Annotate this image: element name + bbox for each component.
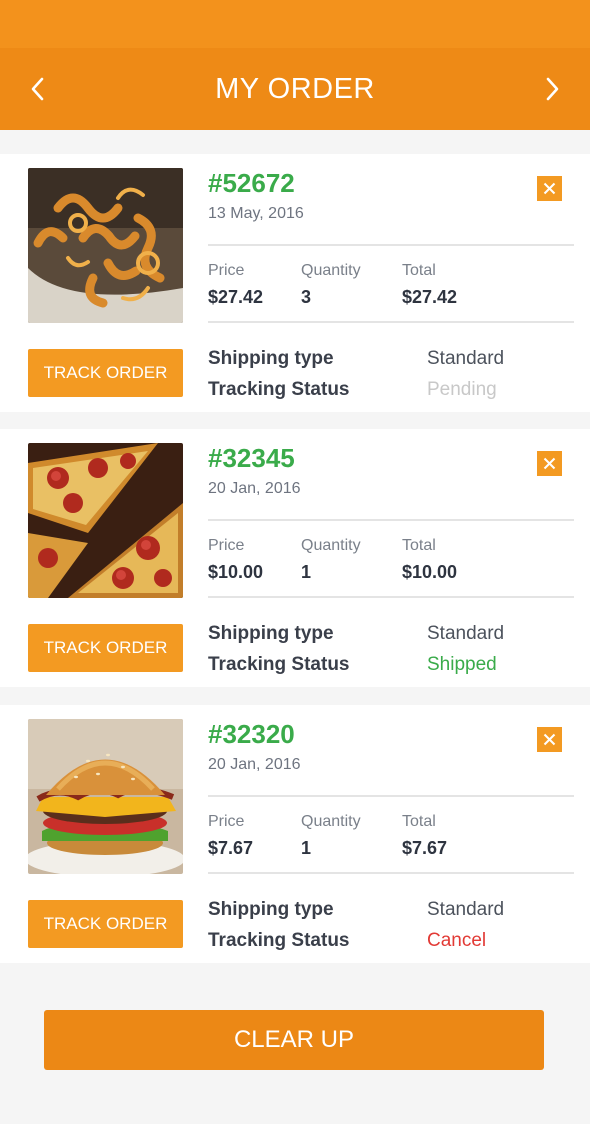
tracking-status-label: Tracking Status (208, 379, 350, 400)
tracking-status-value: Pending (427, 379, 497, 400)
divider (208, 872, 574, 874)
order-date: 13 May, 2016 (208, 205, 304, 222)
price-value: $27.42 (208, 287, 264, 307)
shipping-type-label: Shipping type (208, 623, 334, 644)
total-label: Total (402, 262, 436, 279)
order-card: #52672 13 May, 2016 Price Quantity Total… (0, 154, 590, 412)
close-icon (543, 182, 556, 195)
divider (208, 519, 574, 521)
pepperoni-pizza-image (28, 443, 183, 598)
order-number: #52672 (208, 168, 295, 198)
order-card: #32345 20 Jan, 2016 Price Quantity Total… (0, 429, 590, 687)
price-label: Price (208, 537, 245, 554)
price-value: $7.67 (208, 838, 254, 858)
remove-order-button[interactable] (537, 176, 562, 201)
total-value: $10.00 (402, 562, 458, 582)
total-label: Total (402, 537, 436, 554)
quantity-label: Quantity (301, 537, 361, 554)
divider (208, 795, 574, 797)
quantity-value: 1 (301, 838, 312, 858)
status-bar (0, 0, 590, 48)
divider (208, 596, 574, 598)
track-order-button[interactable]: TRACK ORDER (28, 624, 183, 672)
price-value: $10.00 (208, 562, 264, 582)
quantity-value: 1 (301, 562, 312, 582)
quantity-value: 3 (301, 287, 312, 307)
divider (208, 244, 574, 246)
order-image-pepperoni-pizza (28, 443, 183, 598)
tracking-status-value: Cancel (427, 930, 487, 951)
order-number: #32320 (208, 719, 295, 749)
order-date: 20 Jan, 2016 (208, 756, 301, 773)
shipping-type-value: Standard (427, 623, 505, 644)
track-order-button[interactable]: TRACK ORDER (28, 349, 183, 397)
order-date: 20 Jan, 2016 (208, 480, 301, 497)
track-order-button[interactable]: TRACK ORDER (28, 900, 183, 948)
remove-order-button[interactable] (537, 451, 562, 476)
forward-button[interactable] (522, 48, 582, 130)
curly-fries-image (28, 168, 183, 323)
order-image-curly-fries (28, 168, 183, 323)
tracking-status-value: Shipped (427, 654, 497, 675)
tracking-status-label: Tracking Status (208, 654, 350, 675)
quantity-label: Quantity (301, 813, 361, 830)
shipping-type-value: Standard (427, 348, 505, 369)
order-image-cheeseburger (28, 719, 183, 874)
shipping-type-label: Shipping type (208, 899, 334, 920)
tracking-status-label: Tracking Status (208, 930, 350, 951)
price-label: Price (208, 813, 245, 830)
remove-order-button[interactable] (537, 727, 562, 752)
close-icon (543, 733, 556, 746)
page-title: MY ORDER (215, 72, 375, 105)
shipping-type-value: Standard (427, 899, 505, 920)
order-number: #32345 (208, 443, 295, 473)
shipping-type-label: Shipping type (208, 348, 334, 369)
quantity-label: Quantity (301, 262, 361, 279)
divider (208, 321, 574, 323)
close-icon (543, 457, 556, 470)
total-value: $7.67 (402, 838, 448, 858)
clear-up-button[interactable]: CLEAR UP (44, 1010, 544, 1070)
total-value: $27.42 (402, 287, 458, 307)
chevron-right-icon (546, 77, 559, 101)
price-label: Price (208, 262, 245, 279)
cheeseburger-image (28, 719, 183, 874)
total-label: Total (402, 813, 436, 830)
top-nav-bar: MY ORDER (0, 48, 590, 130)
order-card: #32320 20 Jan, 2016 Price Quantity Total… (0, 705, 590, 963)
